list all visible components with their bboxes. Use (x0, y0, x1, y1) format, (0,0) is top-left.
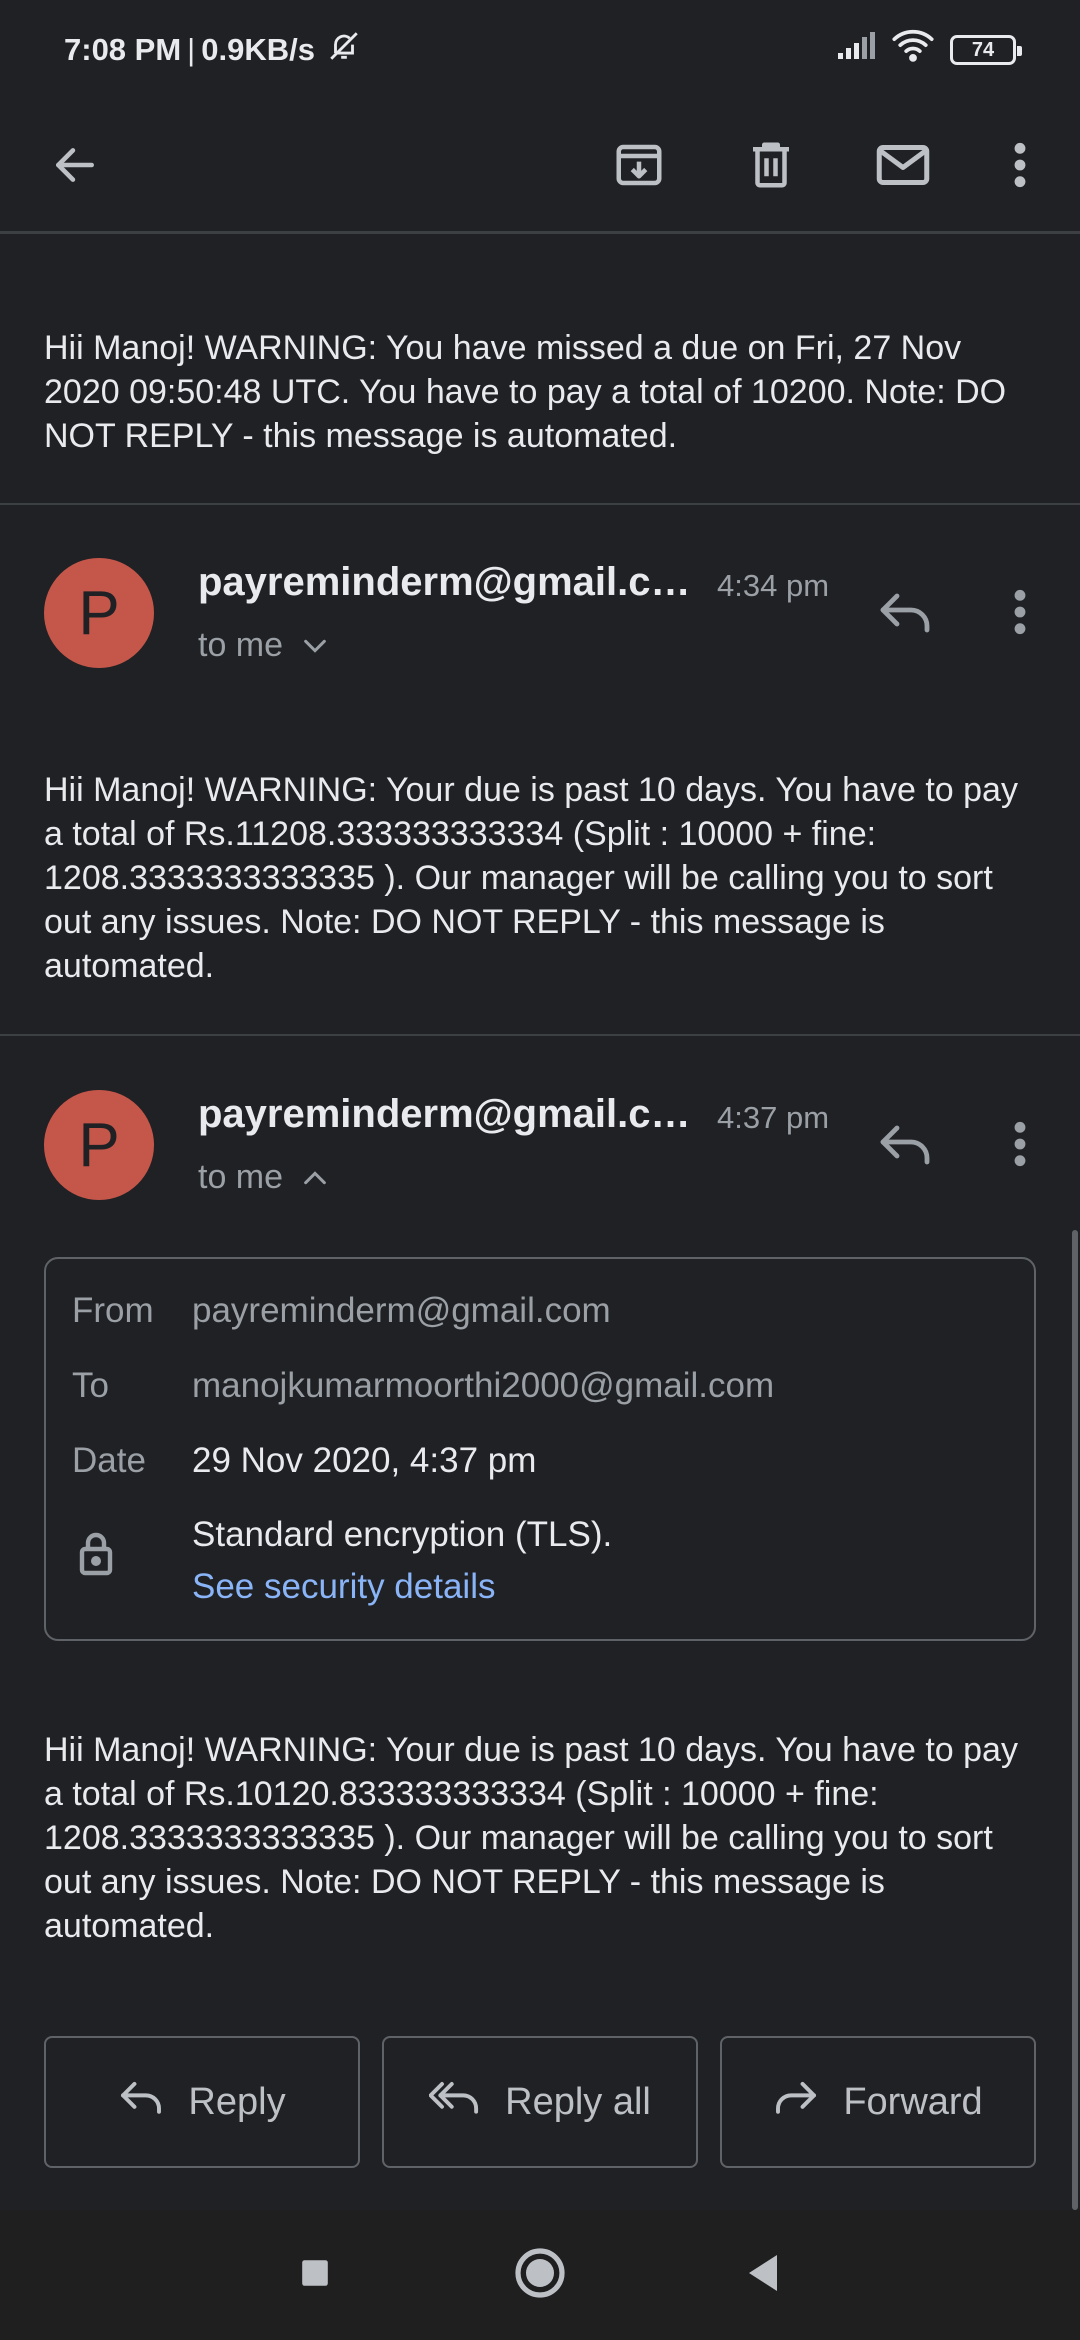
recipients-label: to me (198, 1158, 284, 1196)
more-vert-icon (1010, 140, 1030, 195)
back-nav-button[interactable] (718, 2230, 808, 2320)
triangle-back-icon (745, 2253, 781, 2298)
avatar[interactable]: P (44, 1090, 154, 1200)
details-from-row: From payreminderm@gmail.com (72, 1291, 611, 1331)
details-date-value: 29 Nov 2020, 4:37 pm (192, 1441, 537, 1480)
details-from-value[interactable]: payreminderm@gmail.com (192, 1291, 611, 1331)
chevron-up-icon (301, 1158, 329, 1197)
recipients-toggle[interactable]: to me (198, 626, 329, 665)
security-details-link[interactable]: See security details (192, 1561, 612, 1613)
message-body: Hii Manoj! WARNING: Your due is past 10 … (44, 1731, 1018, 1945)
recipients-toggle[interactable]: to me (198, 1158, 329, 1197)
status-right: 74 (836, 29, 1022, 71)
message-time: 4:34 pm (717, 568, 830, 603)
details-date-label: Date (72, 1441, 146, 1480)
divider (0, 1034, 1080, 1036)
details-from-label: From (72, 1291, 154, 1330)
arrow-back-icon (50, 140, 100, 195)
wifi-icon (892, 29, 934, 71)
details-to-label: To (72, 1366, 109, 1405)
more-vert-icon (1010, 1119, 1030, 1174)
reply-button[interactable] (865, 574, 945, 654)
forward-icon (773, 2079, 819, 2125)
reply-all-action-button[interactable]: Reply all (382, 2036, 698, 2168)
status-bar: 7:08 PM | 0.9KB/s 74 (0, 0, 1080, 100)
more-options-button[interactable] (975, 122, 1065, 212)
chevron-down-icon (301, 626, 329, 665)
reply-label: Reply (188, 2080, 286, 2123)
delete-button[interactable] (726, 122, 816, 212)
message-time: 4:37 pm (717, 1100, 830, 1135)
details-date-row: Date 29 Nov 2020, 4:37 pm (72, 1441, 536, 1481)
status-speed: 0.9KB/s (201, 32, 315, 67)
lock-icon (76, 1529, 116, 1582)
trash-icon (744, 138, 798, 197)
recipients-label: to me (198, 626, 284, 664)
status-time: 7:08 PM (64, 32, 182, 67)
archive-button[interactable] (594, 122, 684, 212)
reply-icon (877, 1122, 933, 1171)
reply-button[interactable] (865, 1106, 945, 1186)
mail-icon (873, 135, 933, 200)
mark-unread-button[interactable] (858, 122, 948, 212)
forward-label: Forward (843, 2080, 983, 2123)
signal-icon (836, 31, 876, 69)
more-vert-icon (1010, 587, 1030, 642)
message-more-button[interactable] (980, 1106, 1060, 1186)
circle-icon (514, 2247, 566, 2304)
message-more-button[interactable] (980, 574, 1060, 654)
forward-action-button[interactable]: Forward (720, 2036, 1036, 2168)
system-nav-bar (0, 2210, 1080, 2340)
mute-icon (327, 29, 361, 71)
reply-icon (877, 590, 933, 639)
scrollbar[interactable] (1072, 1230, 1078, 2210)
reply-action-button[interactable]: Reply (44, 2036, 360, 2168)
reply-all-label: Reply all (505, 2080, 651, 2123)
back-button[interactable] (30, 122, 120, 212)
square-icon (299, 2257, 331, 2294)
home-button[interactable] (495, 2230, 585, 2320)
status-left: 7:08 PM | 0.9KB/s (64, 29, 361, 71)
avatar[interactable]: P (44, 558, 154, 668)
sender-name[interactable]: payreminderm@gmail.com (198, 1092, 698, 1137)
recents-button[interactable] (270, 2230, 360, 2320)
message-body: Hii Manoj! WARNING: You have missed a du… (44, 329, 1007, 455)
battery-icon: 74 (950, 35, 1022, 65)
reply-all-icon (428, 2079, 481, 2125)
details-to-row: To manojkumarmoorthi2000@gmail.com (72, 1366, 774, 1406)
archive-icon (612, 138, 666, 197)
encryption-info: Standard encryption (TLS). See security … (192, 1509, 612, 1613)
top-toolbar (0, 100, 1080, 234)
sender-name[interactable]: payreminderm@gmail.com (198, 560, 698, 605)
divider (0, 503, 1080, 505)
reply-icon (118, 2079, 164, 2125)
message-body: Hii Manoj! WARNING: Your due is past 10 … (44, 771, 1018, 985)
message-details-panel: From payreminderm@gmail.com To manojkuma… (44, 1257, 1036, 1641)
details-to-value[interactable]: manojkumarmoorthi2000@gmail.com (192, 1366, 774, 1406)
encryption-label: Standard encryption (TLS). (192, 1515, 613, 1554)
